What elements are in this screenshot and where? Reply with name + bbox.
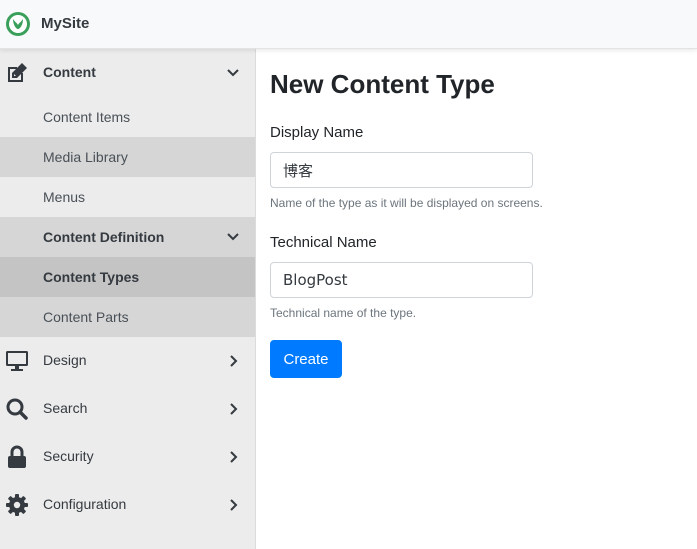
chevron-right-icon [230, 403, 238, 415]
monitor-icon [6, 351, 28, 371]
sidebar-item-label: Media Library [43, 149, 128, 165]
gear-icon [6, 494, 28, 516]
sidebar-item-menus[interactable]: Menus [0, 177, 255, 217]
edit-icon [8, 63, 27, 82]
sidebar-item-design[interactable]: Design [0, 337, 255, 385]
sidebar-item-content-definition[interactable]: Content Definition [0, 217, 255, 257]
brand-name[interactable]: MySite [41, 15, 89, 32]
chevron-right-icon [230, 355, 238, 367]
display-name-help: Name of the type as it will be displayed… [270, 196, 543, 210]
chevron-down-icon [227, 69, 239, 77]
sidebar-item-search[interactable]: Search [0, 385, 255, 433]
sidebar-item-media-library[interactable]: Media Library [0, 137, 255, 177]
sidebar-item-content[interactable]: Content [0, 49, 255, 97]
technical-name-help: Technical name of the type. [270, 306, 417, 320]
lock-icon [8, 445, 26, 468]
sidebar-item-label: Menus [43, 189, 86, 205]
sidebar-item-content-types[interactable]: Content Types [0, 257, 255, 297]
sidebar-item-label: Configuration [43, 496, 127, 512]
chevron-down-icon [227, 233, 239, 241]
create-button[interactable]: Create [270, 340, 342, 378]
top-navbar: MySite [0, 0, 697, 49]
chevron-right-icon [230, 451, 238, 463]
sidebar-item-content-items[interactable]: Content Items [0, 97, 255, 137]
page-title: New Content Type [270, 69, 495, 99]
display-name-label: Display Name [270, 124, 364, 141]
sidebar-item-label: Content [43, 64, 96, 80]
sidebar-item-security[interactable]: Security [0, 433, 255, 481]
technical-name-label: Technical Name [270, 234, 377, 251]
technical-name-input[interactable] [270, 262, 533, 298]
admin-sidebar: Content Content Items Media Library Menu… [0, 49, 256, 549]
sidebar-item-label: Security [43, 448, 94, 464]
sidebar-item-label: Content Definition [43, 229, 165, 245]
sidebar-item-content-parts[interactable]: Content Parts [0, 297, 255, 337]
sidebar-item-label: Design [43, 352, 87, 368]
display-name-input[interactable] [270, 152, 533, 188]
sidebar-item-label: Content Items [43, 109, 131, 125]
sidebar-item-label: Content Parts [43, 309, 129, 325]
sidebar-item-configuration[interactable]: Configuration [0, 481, 255, 529]
chevron-right-icon [230, 499, 238, 511]
sidebar-item-label: Search [43, 400, 88, 416]
leaf-logo-icon[interactable] [5, 11, 31, 37]
sidebar-item-label: Content Types [43, 269, 140, 285]
search-icon [6, 398, 28, 420]
